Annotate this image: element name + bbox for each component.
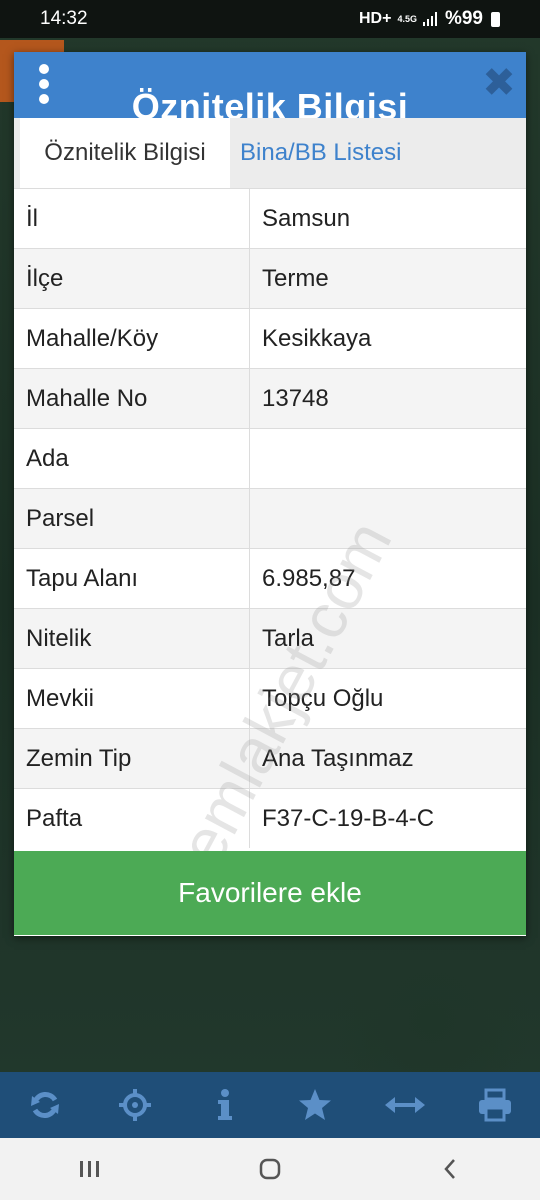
row-value: F37-C-19-B-4-C: [262, 804, 435, 832]
home-icon[interactable]: [240, 1144, 300, 1194]
refresh-icon[interactable]: [15, 1075, 75, 1135]
row-value: [250, 429, 526, 488]
status-bar: 14:32 HD+ 4.5G %99: [0, 0, 540, 38]
star-icon[interactable]: [285, 1075, 345, 1135]
tab-building-list[interactable]: Bina/BB Listesi: [230, 118, 411, 188]
dialog-header: Öznitelik Bilgisi ✖: [14, 52, 526, 118]
table-row: Ada: [14, 428, 526, 488]
signal-label: 4.5G: [397, 14, 417, 24]
row-label: Mahalle/Köy: [14, 309, 250, 368]
row-label: Mahalle No: [14, 369, 250, 428]
row-label: İl: [14, 189, 250, 248]
table-row: Parsel: [14, 488, 526, 548]
close-icon[interactable]: ✖: [482, 63, 516, 103]
android-nav-bar: [0, 1138, 540, 1200]
tab-attribute-info[interactable]: Öznitelik Bilgisi: [20, 118, 230, 188]
row-value: Samsun: [262, 204, 351, 232]
table-row: Tapu Alanı 6.985,87: [14, 548, 526, 608]
network-type: HD+: [359, 10, 392, 27]
locate-icon[interactable]: [105, 1075, 165, 1135]
table-row: İl Samsun: [14, 188, 526, 248]
dialog-title: Öznitelik Bilgisi: [131, 86, 409, 118]
table-row: İlçe Terme: [14, 248, 526, 308]
signal-icon: [422, 12, 437, 26]
back-icon[interactable]: [420, 1144, 480, 1194]
row-label: İlçe: [14, 249, 250, 308]
status-time: 14:32: [40, 8, 88, 29]
battery-text: %99: [444, 8, 483, 29]
recent-apps-icon[interactable]: [60, 1144, 120, 1194]
print-icon[interactable]: [465, 1075, 525, 1135]
row-value: Terme: [262, 264, 329, 292]
status-indicators: HD+ 4.5G %99: [359, 8, 500, 30]
battery-icon: [491, 11, 500, 27]
row-label: Tapu Alanı: [14, 549, 250, 608]
table-row: Mahalle/Köy Kesikkaya: [14, 308, 526, 368]
bottom-toolbar: [0, 1072, 540, 1138]
row-label: Mevkii: [14, 669, 250, 728]
table-row: Mahalle No 13748: [14, 368, 526, 428]
add-to-favorites-button[interactable]: Favorilere ekle: [14, 851, 526, 935]
row-value: Kesikkaya: [262, 324, 372, 352]
row-label: Parsel: [14, 489, 250, 548]
row-label: Ada: [14, 429, 250, 488]
row-label: Nitelik: [14, 609, 250, 668]
info-icon[interactable]: [195, 1075, 255, 1135]
dialog-tabs: Öznitelik Bilgisi Bina/BB Listesi: [14, 118, 526, 188]
row-value: 13748: [262, 384, 329, 412]
measure-icon[interactable]: [375, 1075, 435, 1135]
attribute-dialog: Öznitelik Bilgisi ✖ Öznitelik Bilgisi Bi…: [14, 52, 526, 936]
